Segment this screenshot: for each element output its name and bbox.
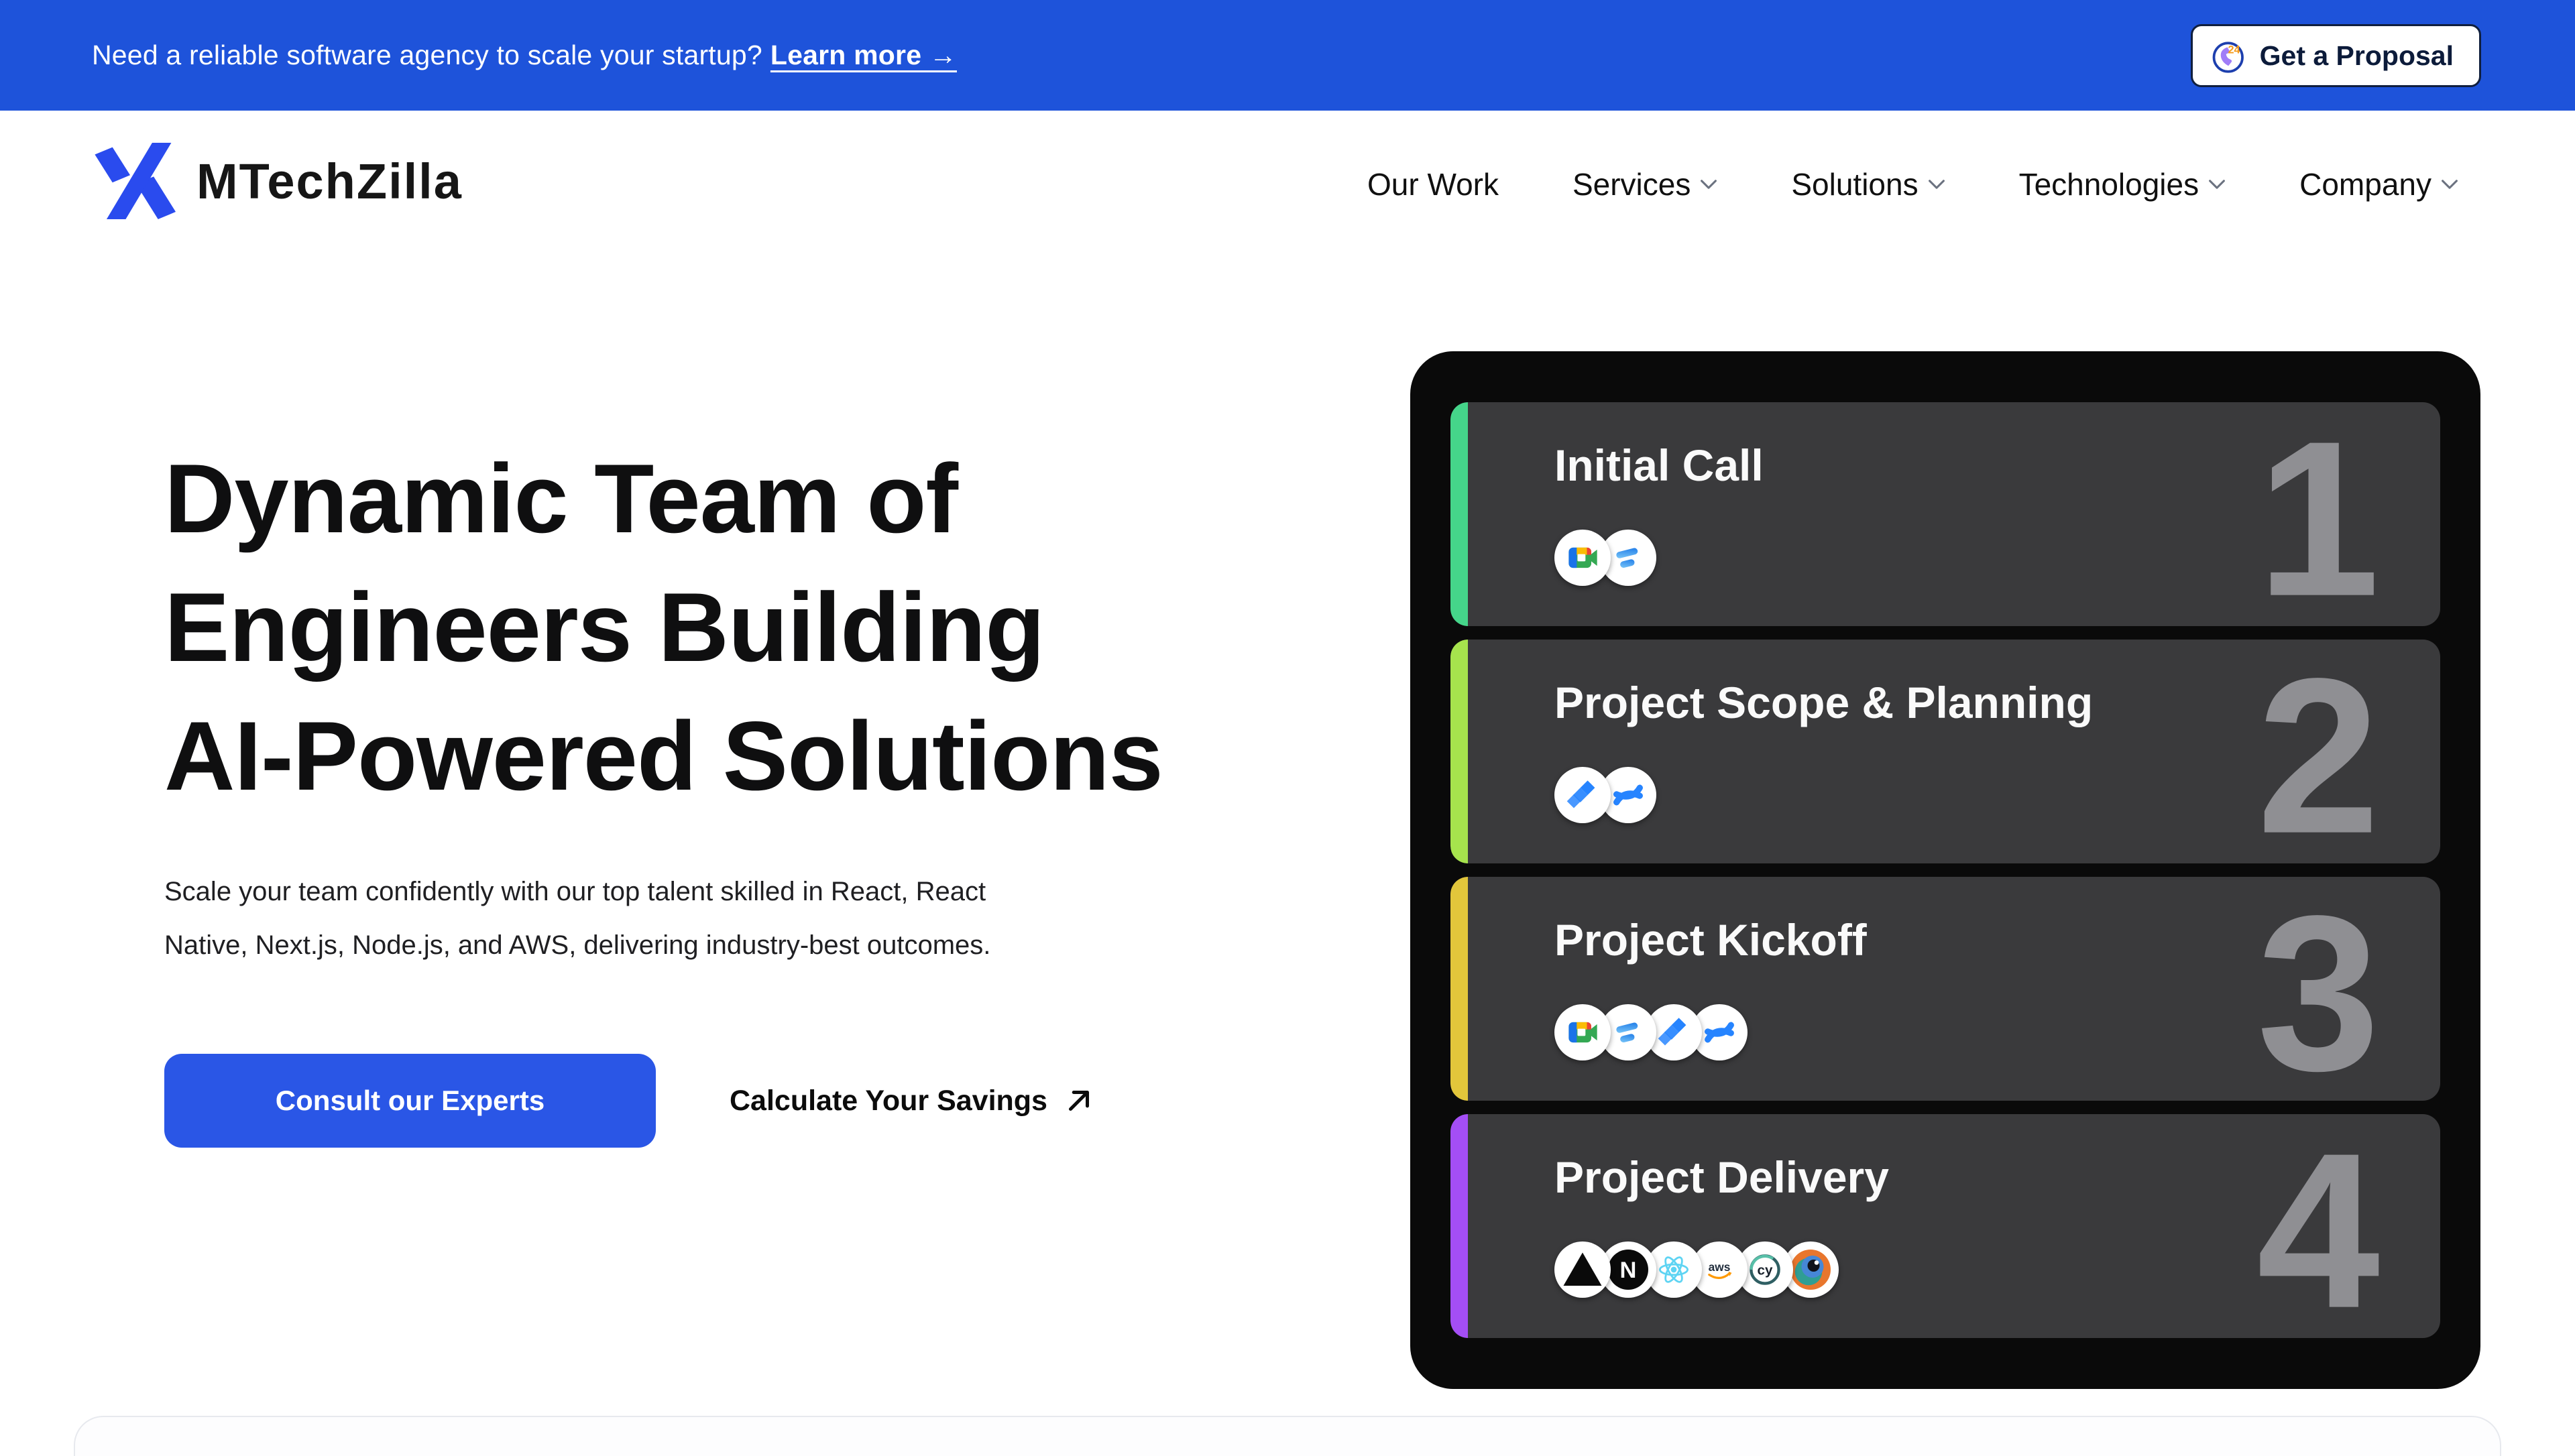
nav-item-label: Our Work	[1367, 166, 1499, 202]
svg-text:N: N	[1620, 1258, 1637, 1283]
hero-title-line: Engineers Building	[164, 563, 1163, 692]
learn-more-link[interactable]: Learn more →	[770, 40, 957, 71]
get-a-proposal-button[interactable]: 24 Get a Proposal	[2191, 24, 2481, 87]
step-title: Initial Call	[1554, 440, 1764, 491]
brand-name: MTechZilla	[196, 153, 463, 210]
nav-item-label: Technologies	[2019, 166, 2199, 202]
promo-message: Need a reliable software agency to scale…	[92, 40, 762, 71]
calculate-savings-label: Calculate Your Savings	[730, 1085, 1047, 1117]
process-step-row: Project Kickoff 3	[1450, 877, 2440, 1101]
site-header: MTechZilla Our Work Services Solutions Tech…	[0, 111, 2575, 332]
chevron-down-icon	[2441, 179, 2458, 190]
step-title: Project Kickoff	[1554, 914, 1867, 965]
hero-title-line: Dynamic Team of	[164, 434, 1163, 563]
step-accent-bar	[1450, 640, 1468, 863]
calculate-savings-link[interactable]: Calculate Your Savings	[730, 1084, 1096, 1117]
svg-text:aws: aws	[1709, 1260, 1731, 1274]
step-number: 3	[2256, 883, 2380, 1101]
step-number: 2	[2256, 646, 2380, 863]
nav-item-company[interactable]: Company	[2299, 166, 2458, 202]
step-tool-icons: Naws cy	[1554, 1241, 1839, 1298]
process-steps-card: Initial Call1Project Scope & Planning2Pr…	[1410, 351, 2480, 1389]
next-section-top-edge	[74, 1416, 2501, 1456]
google-meet-icon	[1554, 530, 1611, 586]
brand-logo[interactable]: MTechZilla	[92, 143, 463, 219]
promo-banner-text: Need a reliable software agency to scale…	[92, 0, 957, 111]
chevron-down-icon	[2208, 179, 2226, 190]
chevron-down-icon	[1700, 179, 1717, 190]
google-meet-icon	[1554, 1004, 1611, 1060]
svg-text:24: 24	[2228, 44, 2240, 56]
nav-item-label: Services	[1572, 166, 1691, 202]
nav-item-solutions[interactable]: Solutions	[1791, 166, 1945, 202]
promo-banner: Need a reliable software agency to scale…	[0, 0, 2575, 111]
hero-description: Scale your team confidently with our top…	[164, 865, 990, 972]
process-step-row: Initial Call 1	[1450, 402, 2440, 626]
hero-title-line: AI-Powered Solutions	[164, 692, 1163, 821]
nav-item-technologies[interactable]: Technologies	[2019, 166, 2226, 202]
vercel-icon	[1554, 1241, 1611, 1298]
jira-icon	[1554, 767, 1611, 823]
step-number: 4	[2256, 1120, 2380, 1338]
step-title: Project Scope & Planning	[1554, 677, 2093, 728]
svg-text:cy: cy	[1758, 1263, 1773, 1278]
chevron-down-icon	[1928, 179, 1945, 190]
proposal-button-label: Get a Proposal	[2260, 40, 2454, 72]
hero-description-line: Native, Next.js, Node.js, and AWS, deliv…	[164, 918, 990, 972]
step-accent-bar	[1450, 877, 1468, 1101]
process-step-row: Project Scope & Planning 2	[1450, 640, 2440, 863]
nav-item-label: Solutions	[1791, 166, 1918, 202]
arrow-up-right-icon	[1062, 1084, 1096, 1117]
nav-item-services[interactable]: Services	[1572, 166, 1717, 202]
step-number: 1	[2256, 408, 2380, 626]
consult-experts-button[interactable]: Consult our Experts	[164, 1054, 656, 1148]
main-nav: Our Work Services Solutions Technologies Com…	[1367, 111, 2458, 258]
hero-cta-row: Consult our Experts Calculate Your Savin…	[164, 1054, 1096, 1148]
phone-24-icon: 24	[2209, 36, 2249, 76]
nav-item-our-work[interactable]: Our Work	[1367, 166, 1499, 202]
nav-item-label: Company	[2299, 166, 2431, 202]
step-tool-icons	[1554, 767, 1656, 823]
hero-title: Dynamic Team ofEngineers BuildingAI-Powe…	[164, 434, 1163, 821]
step-accent-bar	[1450, 1114, 1468, 1338]
step-tool-icons	[1554, 530, 1656, 586]
step-tool-icons	[1554, 1004, 1748, 1060]
mtechzilla-x-logo-icon	[92, 143, 183, 219]
step-title: Project Delivery	[1554, 1152, 1889, 1203]
step-accent-bar	[1450, 402, 1468, 626]
process-step-row: Project Delivery Naws cy 4	[1450, 1114, 2440, 1338]
hero-description-line: Scale your team confidently with our top…	[164, 865, 990, 918]
